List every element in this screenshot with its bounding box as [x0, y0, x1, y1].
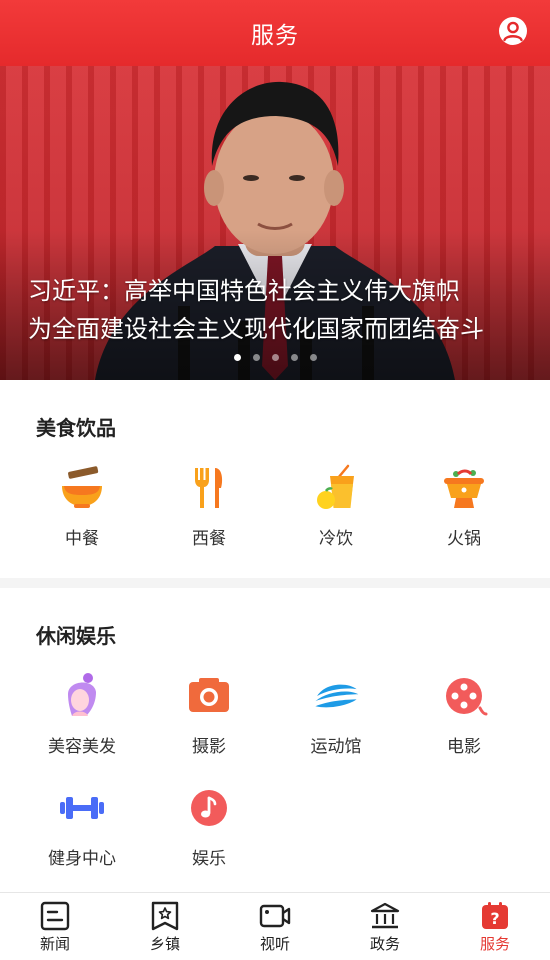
carousel-dot[interactable]: [271, 354, 279, 361]
service-item-label: 娱乐: [192, 849, 226, 869]
tab-service[interactable]: ? 服务: [440, 893, 550, 960]
service-item-western-food[interactable]: 西餐: [145, 464, 273, 549]
food-section: 美食饮品 中餐 西餐 冷饮 火锅: [0, 380, 550, 578]
top-bar: 服务: [0, 0, 550, 66]
service-item-entertainment[interactable]: 娱乐: [145, 784, 273, 869]
tab-town[interactable]: 乡镇: [110, 893, 220, 960]
banner-headline-line2: 为全面建设社会主义现代化国家而团结奋斗: [28, 315, 484, 343]
service-item-cold-drink[interactable]: 冷饮: [272, 464, 400, 549]
service-item-label: 冷饮: [319, 529, 353, 549]
cold-drink-icon: [317, 464, 354, 509]
service-item-fitness[interactable]: 健身中心: [18, 784, 146, 869]
banner-headline[interactable]: 习近平：高举中国特色社会主义伟大旗帜 为全面建设社会主义现代化国家而团结奋斗: [28, 272, 538, 348]
service-item-label: 中餐: [65, 529, 99, 549]
tab-news[interactable]: 新闻: [0, 893, 110, 960]
page-title: 服务: [251, 23, 299, 49]
noodle-bowl-icon: [62, 466, 102, 508]
carousel-dot[interactable]: [309, 354, 317, 361]
town-bookmark-icon: [151, 901, 179, 931]
service-item-photography[interactable]: 摄影: [145, 672, 273, 757]
service-item-chinese-food[interactable]: 中餐: [18, 464, 146, 549]
service-item-movie[interactable]: 电影: [400, 672, 528, 757]
tab-label: 视听: [259, 935, 290, 953]
service-item-label: 摄影: [192, 737, 226, 757]
hotpot-icon: [444, 469, 484, 508]
service-item-label: 健身中心: [48, 849, 116, 869]
bottom-tab-bar: 新闻 乡镇 视听 政务 ? 服务: [0, 892, 550, 960]
service-item-beauty[interactable]: 美容美发: [18, 672, 146, 757]
carousel-dot[interactable]: [290, 354, 298, 361]
tab-label: 服务: [479, 935, 510, 953]
dumbbell-icon: [60, 797, 104, 819]
service-item-label: 西餐: [192, 529, 226, 549]
service-item-stadium[interactable]: 运动馆: [272, 672, 400, 757]
leisure-section: 休闲娱乐 美容美发 摄影 运动馆 电影 健身中心 娱乐: [0, 588, 550, 891]
carousel-dot[interactable]: [233, 354, 241, 361]
service-item-hotpot[interactable]: 火锅: [400, 464, 528, 549]
user-circle-icon[interactable]: [498, 16, 528, 46]
film-reel-icon: [446, 678, 488, 716]
leisure-section-title: 休闲娱乐: [36, 624, 116, 648]
video-camera-icon: [259, 904, 291, 928]
tab-label: 政务: [369, 935, 400, 953]
news-banner[interactable]: 习近平：高举中国特色社会主义伟大旗帜 为全面建设社会主义现代化国家而团结奋斗: [0, 66, 550, 380]
service-item-label: 运动馆: [310, 737, 362, 757]
service-help-icon: ?: [482, 902, 508, 929]
carousel-dot[interactable]: [252, 354, 260, 361]
fork-knife-icon: [195, 468, 223, 508]
tab-government[interactable]: 政务: [330, 893, 440, 960]
hairdresser-icon: [68, 673, 96, 716]
banner-headline-line1: 习近平：高举中国特色社会主义伟大旗帜: [28, 277, 460, 305]
tab-video[interactable]: 视听: [220, 893, 330, 960]
music-note-icon: [191, 790, 227, 826]
news-icon: [40, 901, 70, 931]
tab-label: 乡镇: [149, 935, 180, 953]
service-item-label: 电影: [447, 737, 481, 757]
carousel-indicator: [0, 354, 550, 361]
camera-icon: [189, 678, 229, 712]
service-item-label: 美容美发: [48, 737, 116, 757]
service-item-label: 火锅: [447, 529, 481, 549]
svg-text:?: ?: [490, 909, 499, 928]
government-building-icon: [370, 902, 400, 929]
stadium-icon: [315, 684, 359, 708]
tab-label: 新闻: [39, 935, 70, 953]
food-section-title: 美食饮品: [36, 416, 116, 440]
section-divider: [0, 578, 550, 588]
